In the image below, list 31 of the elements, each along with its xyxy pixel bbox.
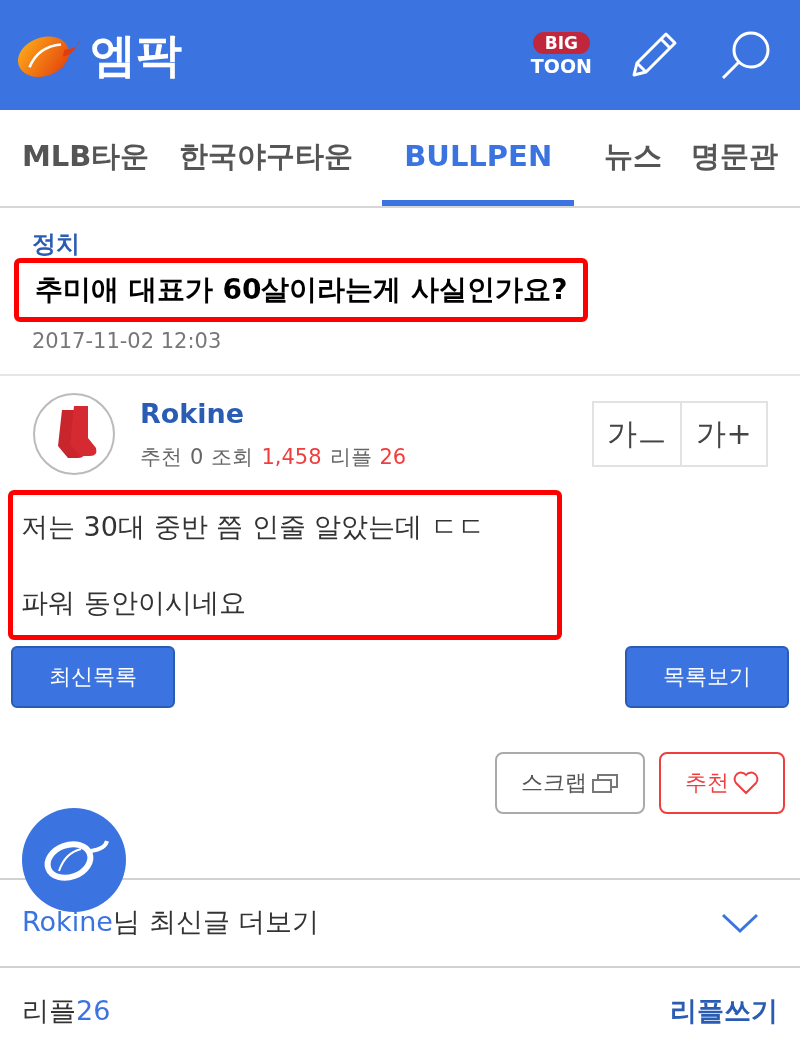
stat-value: 0 (190, 444, 204, 471)
nav-tab[interactable]: 뉴스 (603, 110, 662, 206)
nav-tab[interactable]: BULLPEN (382, 110, 575, 206)
write-reply-link[interactable]: 리플쓰기 (670, 991, 778, 1032)
list-button[interactable]: 최신목록 (11, 645, 175, 708)
post-body-text: 파워 동안이시네요 (21, 585, 247, 620)
recommend-button[interactable]: 추천 (659, 751, 785, 814)
post-category[interactable]: 정치 (32, 230, 786, 258)
stat-label: 리플 (329, 444, 372, 471)
stat-value: 26 (379, 444, 407, 471)
post-body-text: 저는 30대 중반 쯤 인줄 알았는데 ㄷㄷ (21, 509, 486, 544)
nav-tab[interactable]: MLB타운 (22, 110, 150, 206)
scrap-button[interactable]: 스크랩 (495, 751, 645, 814)
site-logo-text[interactable]: 엠팍 (90, 20, 182, 90)
author-name[interactable]: Rokine (140, 393, 407, 434)
search-icon[interactable] (720, 29, 772, 81)
nav-tab[interactable]: 한국야구타운 (178, 110, 353, 206)
stat-value: 1,458 (261, 444, 322, 471)
font-size-button[interactable]: 가+ (680, 402, 766, 465)
windows-icon (591, 771, 619, 794)
bigtoon-logo[interactable]: BIG TOON (530, 32, 592, 78)
heart-icon (733, 770, 759, 795)
nav-tab[interactable]: 명문관 (690, 110, 778, 206)
post-date: 2017-11-02 12:03 (32, 328, 223, 355)
post-title: 추미애 대표가 60살이라는게 사실인가요? (35, 272, 568, 308)
font-size-button[interactable]: 가ㅡ (594, 402, 680, 465)
stat-label: 조회 (211, 444, 254, 471)
stat-label: 추천 (140, 444, 182, 471)
list-button[interactable]: 목록보기 (625, 645, 789, 708)
reply-count: 리플26 (22, 994, 111, 1029)
sock-avatar-icon (32, 391, 116, 476)
